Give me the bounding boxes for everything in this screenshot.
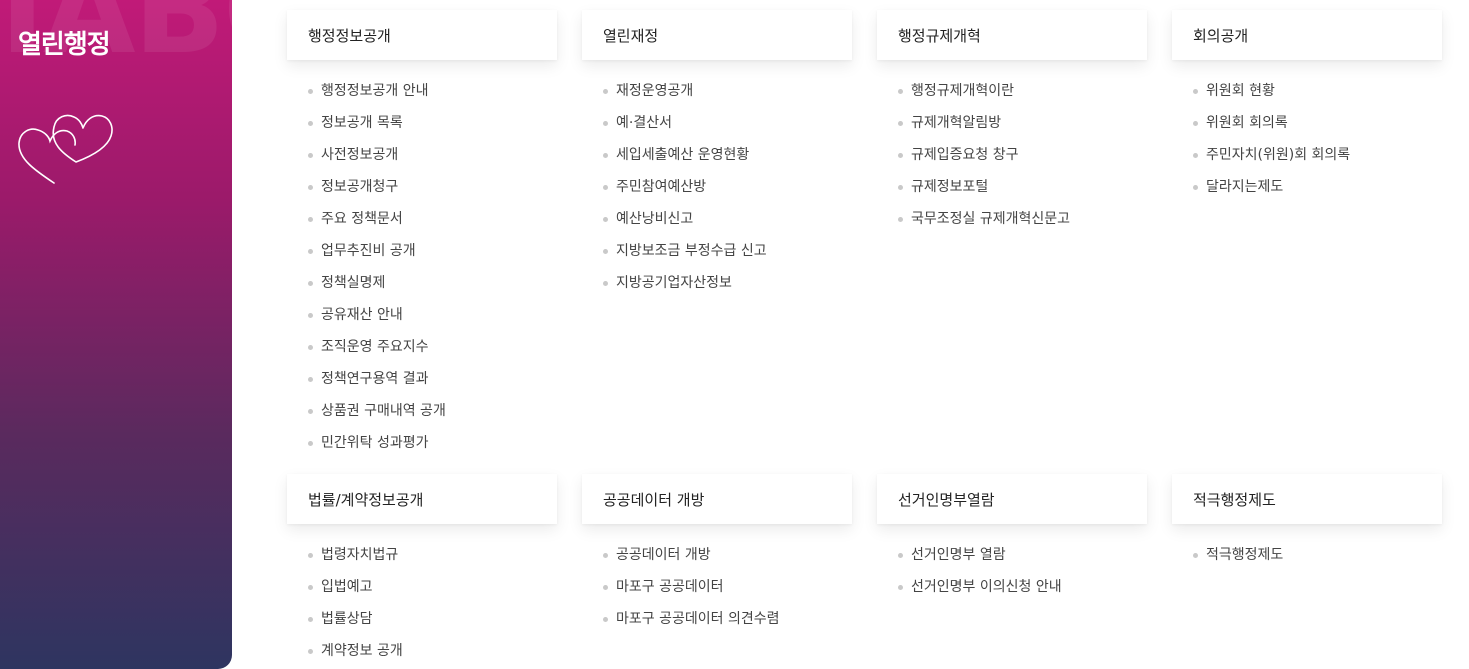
section-regulation-reform: 행정규제개혁 행정규제개혁이란 규제개혁알림방 규제입증요청 창구 규제정보포털… (877, 10, 1147, 240)
menu-item[interactable]: 법률상담 (287, 608, 557, 640)
menu-item[interactable]: 선거인명부 열람 (877, 544, 1147, 576)
menu-item[interactable]: 위원회 회의록 (1172, 112, 1442, 144)
sidebar-title: 열린행정 (18, 30, 111, 60)
menu-item[interactable]: 규제정보포털 (877, 176, 1147, 208)
menu-item[interactable]: 정보공개 목록 (287, 112, 557, 144)
menu-item[interactable]: 행정규제개혁이란 (877, 80, 1147, 112)
section-title[interactable]: 열린재정 (582, 10, 852, 60)
menu-item[interactable]: 주요 정책문서 (287, 208, 557, 240)
section-open-finance: 열린재정 재정운영공개 예·결산서 세입세출예산 운영현황 주민참여예산방 예산… (582, 10, 852, 304)
menu-item[interactable]: 마포구 공공데이터 의견수렴 (582, 608, 852, 640)
menu-item[interactable]: 위원회 현황 (1172, 80, 1442, 112)
section-proactive-admin: 적극행정제도 적극행정제도 (1172, 474, 1442, 576)
menu-item[interactable]: 규제개혁알림방 (877, 112, 1147, 144)
menu-item[interactable]: 계약정보 공개 (287, 640, 557, 669)
double-heart-icon (18, 114, 113, 184)
section-title[interactable]: 공공데이터 개방 (582, 474, 852, 524)
menu-item[interactable]: 국무조정실 규제개혁신문고 (877, 208, 1147, 240)
menu-item[interactable]: 정책실명제 (287, 272, 557, 304)
menu-item[interactable]: 입법예고 (287, 576, 557, 608)
section-title[interactable]: 선거인명부열람 (877, 474, 1147, 524)
menu-item[interactable]: 공유재산 안내 (287, 304, 557, 336)
menu-item[interactable]: 상품권 구매내역 공개 (287, 400, 557, 432)
menu-item[interactable]: 예산낭비신고 (582, 208, 852, 240)
menu-item[interactable]: 법령자치법규 (287, 544, 557, 576)
menu-item[interactable]: 공공데이터 개방 (582, 544, 852, 576)
menu-item[interactable]: 주민참여예산방 (582, 176, 852, 208)
menu-item[interactable]: 민간위탁 성과평가 (287, 432, 557, 464)
menu-item[interactable]: 사전정보공개 (287, 144, 557, 176)
menu-item[interactable]: 예·결산서 (582, 112, 852, 144)
menu-item[interactable]: 달라지는제도 (1172, 176, 1442, 208)
section-admin-info: 행정정보공개 행정정보공개 안내 정보공개 목록 사전정보공개 정보공개청구 주… (287, 10, 557, 464)
menu-item[interactable]: 적극행정제도 (1172, 544, 1442, 576)
menu-item[interactable]: 지방보조금 부정수급 신고 (582, 240, 852, 272)
menu-item[interactable]: 행정정보공개 안내 (287, 80, 557, 112)
menu-item[interactable]: 마포구 공공데이터 (582, 576, 852, 608)
section-title[interactable]: 회의공개 (1172, 10, 1442, 60)
menu-item[interactable]: 조직운영 주요지수 (287, 336, 557, 368)
menu-item[interactable]: 정책연구용역 결과 (287, 368, 557, 400)
section-title[interactable]: 적극행정제도 (1172, 474, 1442, 524)
menu-item[interactable]: 업무추진비 공개 (287, 240, 557, 272)
menu-item[interactable]: 지방공기업자산정보 (582, 272, 852, 304)
menu-item[interactable]: 규제입증요청 창구 (877, 144, 1147, 176)
section-title[interactable]: 법률/계약정보공개 (287, 474, 557, 524)
section-title[interactable]: 행정규제개혁 (877, 10, 1147, 60)
sidebar-panel: IABO 열린행정 (0, 0, 232, 669)
section-meeting-disclosure: 회의공개 위원회 현황 위원회 회의록 주민자치(위원)회 회의록 달라지는제도 (1172, 10, 1442, 208)
menu-item[interactable]: 세입세출예산 운영현황 (582, 144, 852, 176)
menu-item[interactable]: 선거인명부 이의신청 안내 (877, 576, 1147, 608)
section-law-contract: 법률/계약정보공개 법령자치법규 입법예고 법률상담 계약정보 공개 (287, 474, 557, 669)
menu-item[interactable]: 재정운영공개 (582, 80, 852, 112)
menu-item[interactable]: 정보공개청구 (287, 176, 557, 208)
section-voter-list: 선거인명부열람 선거인명부 열람 선거인명부 이의신청 안내 (877, 474, 1147, 608)
menu-item[interactable]: 주민자치(위원)회 회의록 (1172, 144, 1442, 176)
section-public-data: 공공데이터 개방 공공데이터 개방 마포구 공공데이터 마포구 공공데이터 의견… (582, 474, 852, 640)
section-title[interactable]: 행정정보공개 (287, 10, 557, 60)
